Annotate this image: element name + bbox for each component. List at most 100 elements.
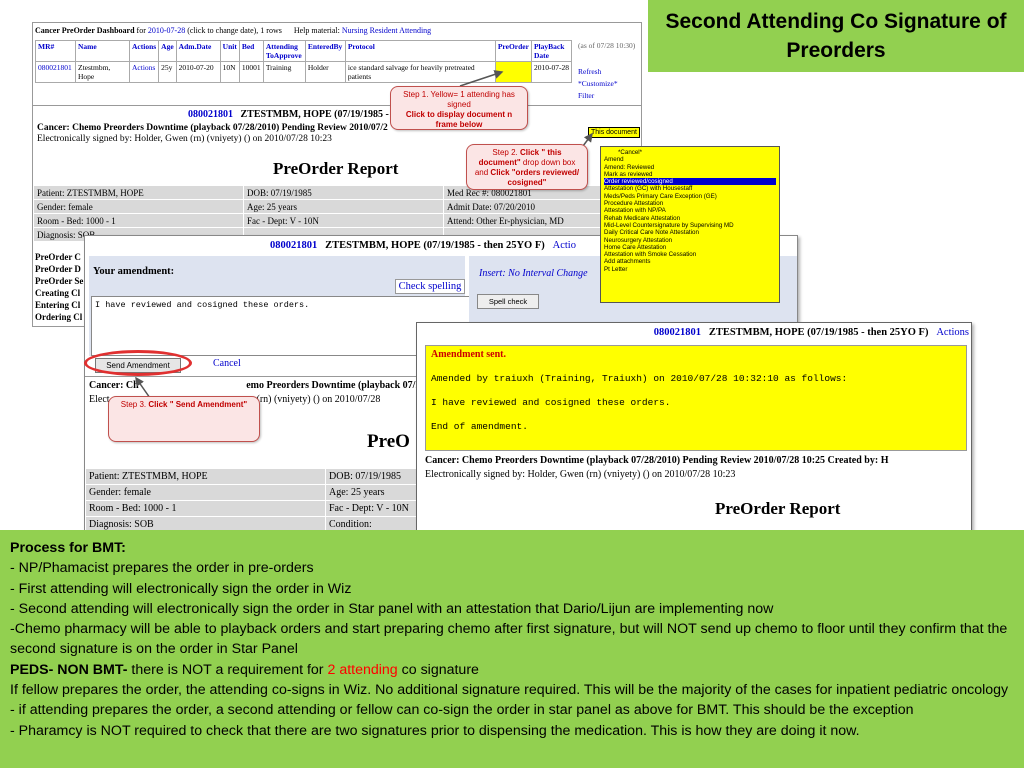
cell-playback: 2010-07-28 xyxy=(530,61,572,83)
report-title: PreOrder Report xyxy=(273,159,399,178)
process-bullet: - First attending will electronically si… xyxy=(10,580,352,597)
list-item: Ordering Cl xyxy=(35,312,83,322)
insert-label[interactable]: Insert: No Interval Change xyxy=(479,268,588,279)
dropdown-option[interactable]: Rehab Medicare Attestation xyxy=(604,215,776,222)
dropdown-option[interactable]: Meds/Peds Primary Care Exception (GE) xyxy=(604,193,776,200)
list-item: Entering Cl xyxy=(35,300,81,310)
dropdown-option[interactable]: Attestation with NP/PA xyxy=(604,207,776,214)
col-unit[interactable]: Unit xyxy=(219,40,240,62)
document-action-dropdown[interactable]: *Cancel* Amend Amend: Reviewed Mark as revi… xyxy=(600,146,780,303)
dropdown-option[interactable]: Pt Letter xyxy=(604,266,776,273)
peds-note: - Pharamcy is NOT required to check that… xyxy=(10,722,860,739)
dropdown-option[interactable]: Home Care Attestation xyxy=(604,244,776,251)
col-mr[interactable]: MR# xyxy=(35,40,76,62)
spell-check-button[interactable]: Spell check xyxy=(477,294,539,309)
col-attending[interactable]: Attending ToApprove xyxy=(262,40,306,62)
preorder-yellow-cell[interactable] xyxy=(494,61,532,83)
table-row: 080021801 Ztestmbm, Hope Actions 25y 201… xyxy=(35,61,572,83)
dropdown-option[interactable]: Daily Critical Care Note Attestation xyxy=(604,229,776,236)
dropdown-option[interactable]: Attestation (GC) with Housestaff xyxy=(604,185,776,192)
report-name-line: ZTESTMBM, HOPE (07/19/1985 - xyxy=(240,109,389,120)
dropdown-option[interactable]: Procedure Attestation xyxy=(604,200,776,207)
cell-unit: 10N xyxy=(219,61,240,83)
amendment-sent-line: I have reviewed and cosigned these order… xyxy=(431,397,671,408)
actions-link[interactable]: Actions xyxy=(132,63,155,72)
report-signed-line: Electronically signed by: Holder, Gwen (… xyxy=(37,134,332,144)
dropdown-option[interactable]: Neurosurgery Attestation xyxy=(604,237,776,244)
help-link-resident[interactable]: Resident xyxy=(370,26,398,35)
report-patient-header: 080021801 ZTESTMBM, HOPE (07/19/1985 - xyxy=(33,109,641,120)
amendment-label: Your amendment: xyxy=(93,266,175,277)
sent-summary-line: Cancer: Chemo Preorders Downtime (playba… xyxy=(425,455,889,466)
peds-note: If fellow prepares the order, the attend… xyxy=(10,682,1009,699)
help-label: Help material: xyxy=(293,26,340,35)
help-link-attending[interactable]: Attending xyxy=(399,26,431,35)
callout-step-2: Step 2. Click " this document" drop down… xyxy=(466,144,588,190)
check-spelling-button[interactable]: Check spelling xyxy=(395,279,465,294)
col-actions[interactable]: Actions xyxy=(128,40,160,62)
dashboard-header: Cancer PreOrder Dashboard for 2010-07-28… xyxy=(35,26,432,35)
mr-link[interactable]: 080021801 xyxy=(38,63,72,72)
help-link-nursing[interactable]: Nursing xyxy=(342,26,368,35)
col-entered-by[interactable]: EnteredBy xyxy=(304,40,346,62)
callout-step-1: Step 1. Yellow= 1 attending has signed C… xyxy=(390,86,528,130)
callout-step-3: Step 3. Click " Send Amendment" xyxy=(108,396,260,442)
dropdown-option[interactable]: Amend: Reviewed xyxy=(604,164,776,171)
date-link[interactable]: 2010-07-28 xyxy=(148,26,185,35)
dropdown-option[interactable]: Attestation with Smoke Cessation xyxy=(604,251,776,258)
dashboard-table: MR# Name Actions Age Adm.Date Unit Bed A… xyxy=(35,40,572,83)
sent-patient-header: 080021801 ZTESTMBM, HOPE (07/19/1985 - t… xyxy=(653,327,969,338)
cell-protocol: ice standard salvage for heavily pretrea… xyxy=(344,61,496,83)
cell-name: Ztestmbm, Hope xyxy=(75,61,130,83)
col-protocol[interactable]: Protocol xyxy=(344,40,496,62)
cell-attending: Training xyxy=(262,61,306,83)
process-notes-panel: Process for BMT: - NP/Phamacist prepares… xyxy=(0,530,1024,768)
dashboard-title: Cancer PreOrder Dashboard xyxy=(35,26,135,35)
sent-signed-line: Electronically signed by: Holder, Gwen (… xyxy=(425,469,736,480)
sent-actions-link[interactable]: Actions xyxy=(936,327,969,338)
cancel-link[interactable]: Cancel xyxy=(213,358,241,369)
this-document-dropdown[interactable]: This document xyxy=(588,127,640,138)
list-item: PreOrder Se xyxy=(35,276,84,286)
col-age[interactable]: Age xyxy=(158,40,177,62)
process-bullet: - Second attending will electronically s… xyxy=(10,600,774,617)
col-preorder[interactable]: PreOrder xyxy=(494,40,532,62)
amendment-sent-screenshot: 080021801 ZTESTMBM, HOPE (07/19/1985 - t… xyxy=(416,322,972,532)
col-adm-date[interactable]: Adm.Date xyxy=(175,40,221,62)
customize-link[interactable]: *Customize* xyxy=(578,79,618,88)
cell-adm-date: 2010-07-20 xyxy=(175,61,221,83)
report-mr: 080021801 xyxy=(188,109,233,120)
col-bed[interactable]: Bed xyxy=(238,40,264,62)
cell-entered-by: Holder xyxy=(304,61,346,83)
sent-mr: 080021801 xyxy=(653,327,701,338)
divider xyxy=(33,105,641,106)
process-heading: Process for BMT: xyxy=(10,540,126,556)
patient-info-grid: Patient: ZTESTMBM, HOPE DOB: 07/19/1985 … xyxy=(33,185,641,242)
dropdown-option[interactable]: Amend xyxy=(604,156,776,163)
dashboard-links: Refresh *Customize* Filter xyxy=(578,66,618,102)
dropdown-option[interactable]: Add attachments xyxy=(604,258,776,265)
list-item: Creating Cl xyxy=(35,288,81,298)
as-of-text: (as of 07/28 10:30) xyxy=(578,41,636,50)
process-bullet: - NP/Phamacist prepares the order in pre… xyxy=(10,560,314,577)
dropdown-option[interactable]: Mid-Level Countersignature by Supervisin… xyxy=(604,222,776,229)
col-name[interactable]: Name xyxy=(75,40,130,62)
sent-report-title: PreOrder Report xyxy=(715,499,841,518)
dropdown-option[interactable]: Order reviewed/cosigned xyxy=(604,178,776,186)
filter-link[interactable]: Filter xyxy=(578,91,594,100)
send-amendment-highlight xyxy=(84,350,192,376)
table-header-row: MR# Name Actions Age Adm.Date Unit Bed A… xyxy=(35,40,572,62)
report-section-list: PreOrder C PreOrder D PreOrder Se Creati… xyxy=(35,251,83,323)
amendment-sent-line: End of amendment. xyxy=(431,421,528,432)
dropdown-option[interactable]: *Cancel* xyxy=(604,149,776,156)
amendment-textarea[interactable]: I have reviewed and cosigned these order… xyxy=(91,296,471,356)
amendment-sent-line: Amended by traiuxh (Training, Traiuxh) o… xyxy=(431,373,848,384)
dropdown-option[interactable]: Mark as reviewed xyxy=(604,171,776,178)
col-playback[interactable]: PlayBack Date xyxy=(530,40,572,62)
amendment-sent-title: Amendment sent. xyxy=(431,349,506,360)
peds-note: - if attending prepares the order, a sec… xyxy=(10,702,914,719)
cell-age: 25y xyxy=(158,61,177,83)
cell-bed: 10001 xyxy=(238,61,264,83)
amendment-actions-link[interactable]: Actio xyxy=(553,240,576,251)
refresh-link[interactable]: Refresh xyxy=(578,67,601,76)
